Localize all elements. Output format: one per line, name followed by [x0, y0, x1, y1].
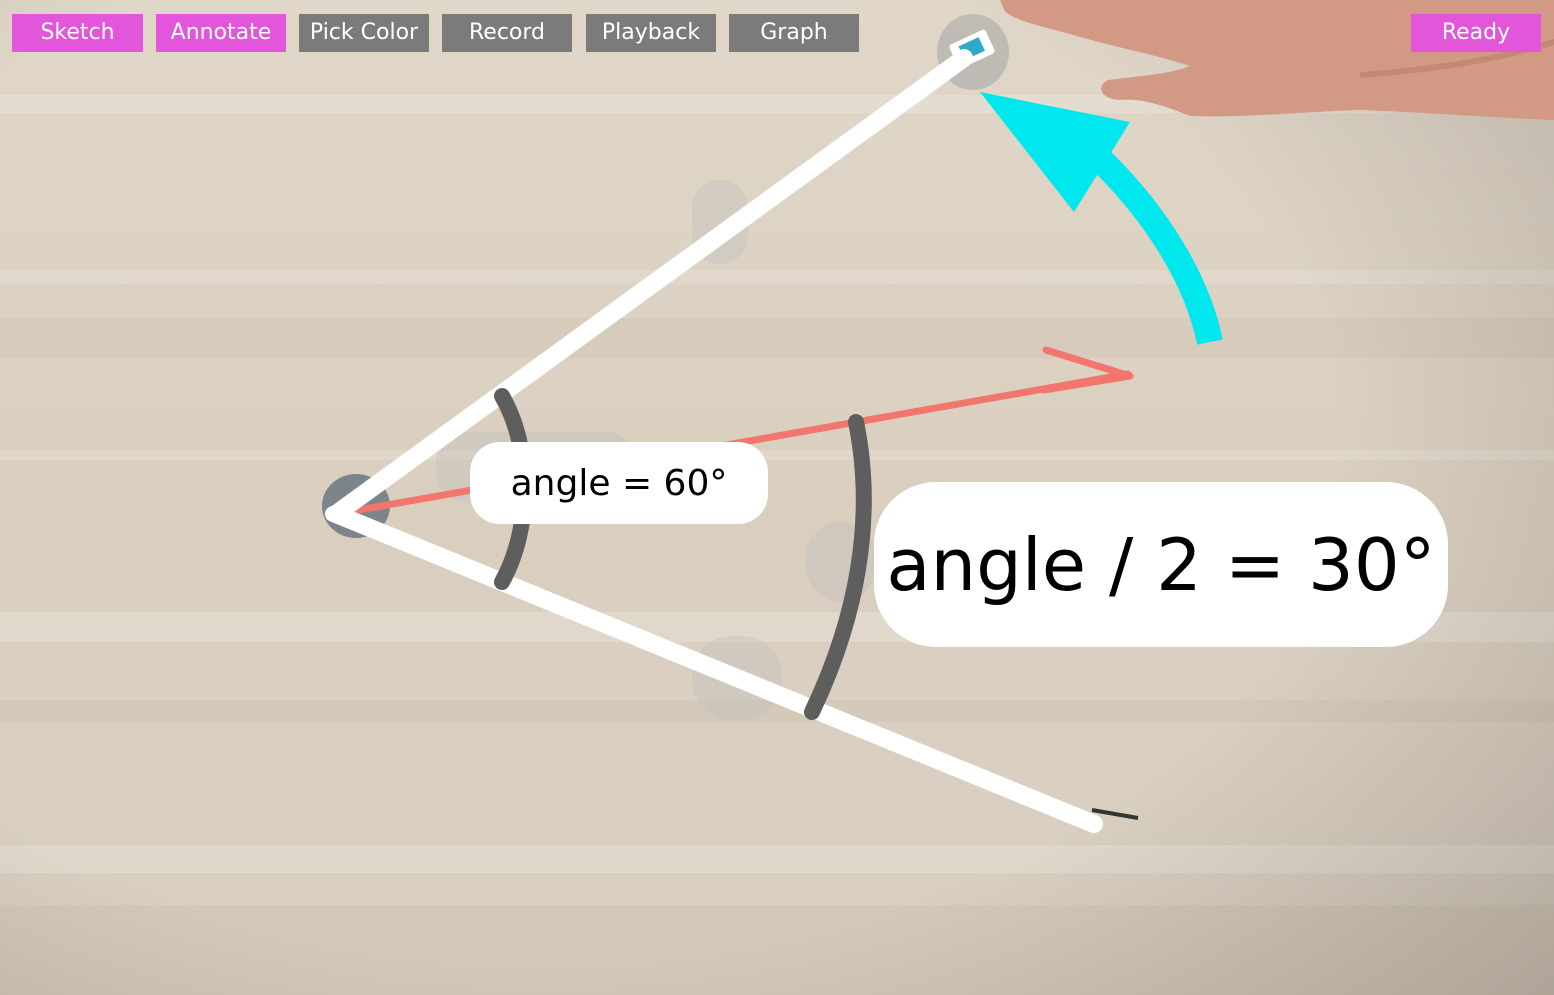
pick-color-button[interactable]: Pick Color — [299, 14, 429, 52]
pivot-point — [325, 506, 341, 522]
record-button[interactable]: Record — [442, 14, 572, 52]
ready-status-button[interactable]: Ready — [1411, 14, 1541, 52]
annotate-button[interactable]: Annotate — [156, 14, 286, 52]
graph-button[interactable]: Graph — [729, 14, 859, 52]
sketch-button[interactable]: Sketch — [12, 14, 143, 52]
angle-label: angle = 60° — [470, 442, 768, 524]
playback-button[interactable]: Playback — [586, 14, 716, 52]
half-angle-label: angle / 2 = 30° — [874, 482, 1448, 647]
